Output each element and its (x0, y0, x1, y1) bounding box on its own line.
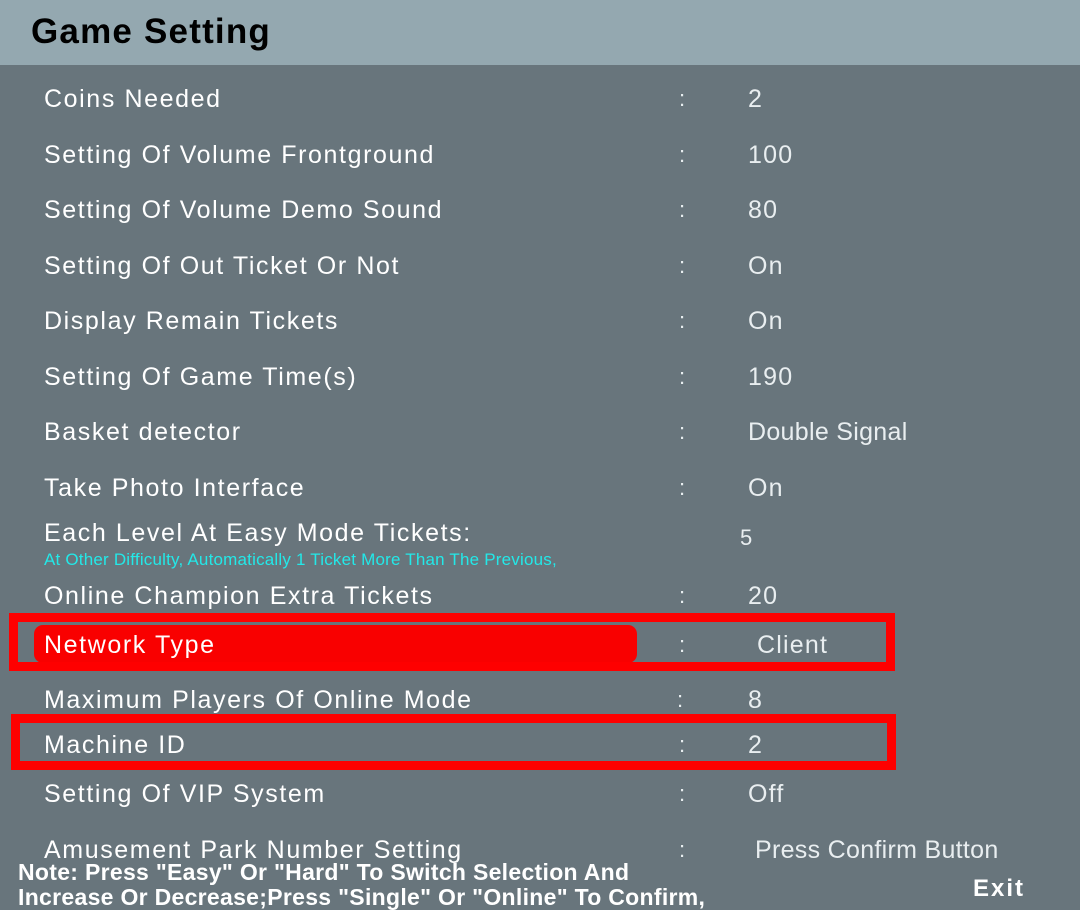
setting-label-display-remain-tickets: Display Remain Tickets (44, 307, 340, 335)
setting-label-coins-needed: Coins Needed (44, 85, 222, 113)
setting-value-setting-of-vip-system[interactable]: Off (748, 772, 785, 816)
setting-label-setting-of-volume-demo-sound: Setting Of Volume Demo Sound (44, 196, 444, 224)
game-setting-screen: Game Setting Coins Needed: 2 Setting Of Vo… (0, 0, 1080, 910)
exit-button[interactable]: Exit (973, 875, 1025, 903)
setting-separator: : (679, 364, 686, 389)
setting-label-setting-of-out-ticket-or-not: Setting Of Out Ticket Or Not (44, 252, 401, 280)
setting-value-online-champion-extra-tickets[interactable]: 20 (748, 574, 778, 618)
title-bar: Game Setting (0, 0, 1080, 65)
setting-row-setting-of-out-ticket-or-not[interactable]: Setting Of Out Ticket Or Not: On (0, 244, 1080, 288)
setting-separator: : (679, 632, 686, 657)
setting-label-each-level-tickets: Each Level At Easy Mode Tickets: (44, 519, 472, 547)
setting-label-setting-of-volume-frontground: Setting Of Volume Frontground (44, 141, 436, 169)
setting-value-display-remain-tickets[interactable]: On (748, 299, 784, 343)
setting-row-display-remain-tickets[interactable]: Display Remain Tickets: On (0, 299, 1080, 343)
setting-separator: : (679, 86, 686, 111)
setting-row-maximum-players-of-online-mode[interactable]: Maximum Players Of Online Mode: 8 (0, 678, 1080, 722)
setting-value-take-photo-interface[interactable]: On (748, 466, 784, 510)
setting-label-setting-of-game-time-s: Setting Of Game Time(s) (44, 363, 358, 391)
setting-value-setting-of-volume-demo-sound[interactable]: 80 (748, 188, 778, 232)
setting-value-maximum-players-of-online-mode[interactable]: 8 (748, 678, 763, 722)
setting-separator: : (679, 308, 686, 333)
setting-value-each-level-tickets[interactable]: 5 (740, 524, 752, 552)
setting-value-machine-id[interactable]: 2 (748, 723, 763, 767)
setting-label-maximum-players-of-online-mode: Maximum Players Of Online Mode (44, 686, 473, 714)
setting-value-network-type[interactable]: Client (757, 623, 828, 667)
setting-separator: : (679, 583, 686, 608)
setting-row-online-champion-extra-tickets[interactable]: Online Champion Extra Tickets: 20 (0, 574, 1080, 618)
setting-label-take-photo-interface: Take Photo Interface (44, 474, 306, 502)
setting-label-network-type: Network Type (34, 625, 637, 663)
setting-separator: : (679, 253, 686, 278)
setting-row-setting-of-vip-system[interactable]: Setting Of VIP System: Off (0, 772, 1080, 816)
setting-row-setting-of-volume-demo-sound[interactable]: Setting Of Volume Demo Sound: 80 (0, 188, 1080, 232)
setting-row-network-type[interactable]: Network Type: Client (0, 623, 1080, 667)
setting-row-coins-needed[interactable]: Coins Needed: 2 (0, 77, 1080, 121)
setting-row-each-level-tickets[interactable]: Each Level At Easy Mode Tickets: 5 At Ot… (0, 516, 1080, 569)
setting-row-take-photo-interface[interactable]: Take Photo Interface: On (0, 466, 1080, 510)
setting-row-machine-id[interactable]: Machine ID: 2 (0, 723, 1080, 767)
setting-value-setting-of-volume-frontground[interactable]: 100 (748, 133, 793, 177)
setting-separator: : (679, 781, 686, 806)
setting-value-setting-of-out-ticket-or-not[interactable]: On (748, 244, 784, 288)
setting-value-basket-detector[interactable]: Double Signal (748, 410, 908, 454)
setting-row-basket-detector[interactable]: Basket detector: Double Signal (0, 410, 1080, 454)
setting-separator: : (679, 732, 686, 757)
setting-value-setting-of-game-time-s[interactable]: 190 (748, 355, 793, 399)
setting-label-setting-of-vip-system: Setting Of VIP System (44, 780, 326, 808)
setting-separator: : (679, 419, 686, 444)
setting-label-basket-detector: Basket detector (44, 418, 242, 446)
setting-row-setting-of-volume-frontground[interactable]: Setting Of Volume Frontground: 100 (0, 133, 1080, 177)
setting-value-coins-needed[interactable]: 2 (748, 77, 763, 121)
setting-separator: : (679, 197, 686, 222)
setting-separator: : (677, 687, 684, 712)
setting-separator: : (679, 475, 686, 500)
setting-row-setting-of-game-time-s[interactable]: Setting Of Game Time(s): 190 (0, 355, 1080, 399)
footer-note-line-1: Note: Press "Easy" Or "Hard" To Switch S… (18, 859, 630, 885)
setting-label-machine-id: Machine ID (44, 731, 187, 759)
setting-label-online-champion-extra-tickets: Online Champion Extra Tickets (44, 582, 434, 610)
footer-note-line-2: Increase Or Decrease;Press "Single" Or "… (18, 884, 706, 910)
setting-separator: : (679, 142, 686, 167)
setting-hint-difficulty-tickets: At Other Difficulty, Automatically 1 Tic… (44, 550, 557, 569)
page-title: Game Setting (31, 12, 272, 51)
footer-note: Note: Press "Easy" Or "Hard" To Switch S… (18, 860, 918, 910)
